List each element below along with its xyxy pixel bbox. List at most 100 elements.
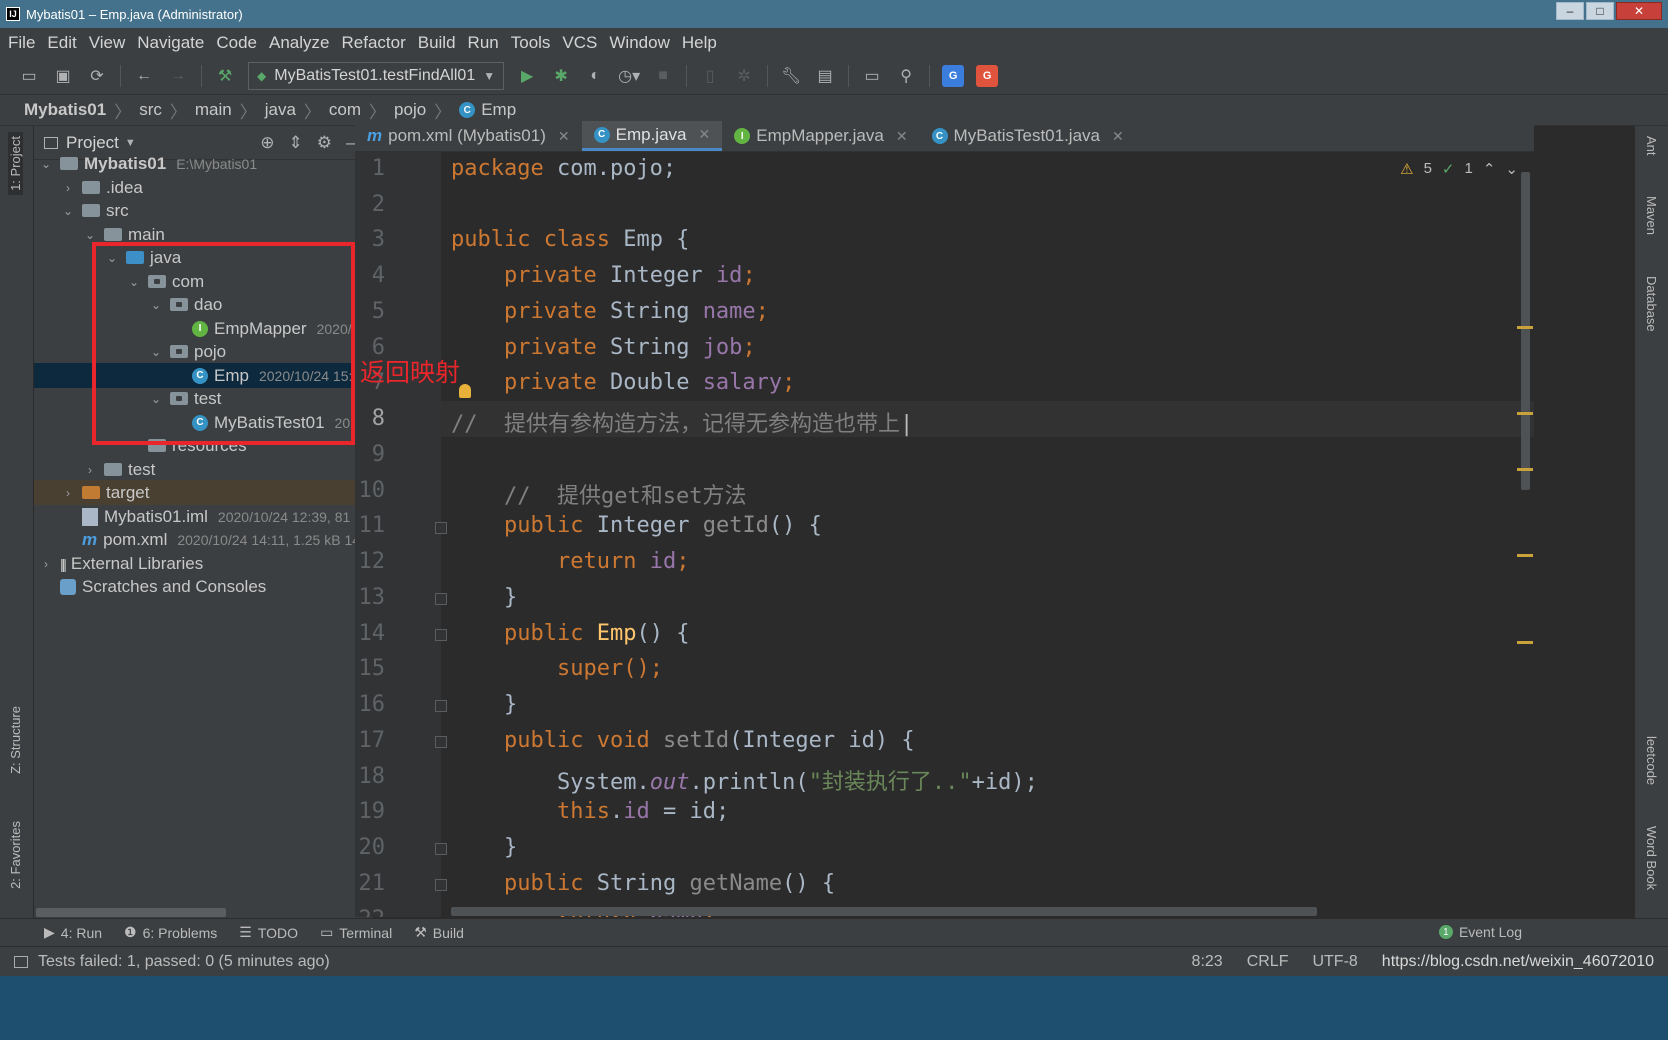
run-configuration-selector[interactable]: ◆ MyBatisTest01.testFindAll01 ▼	[248, 62, 505, 90]
breadcrumb-src[interactable]: src	[139, 100, 162, 120]
tab-empmapper-java[interactable]: I EmpMapper.java ✕	[722, 121, 919, 151]
warning-stripe-marker[interactable]	[1517, 326, 1533, 329]
fold-marker-icon[interactable]	[435, 629, 447, 641]
remote-icon[interactable]: ✲	[729, 62, 759, 90]
expand-arrow-icon[interactable]: ⌄	[38, 157, 54, 171]
coverage-icon[interactable]: ◐	[580, 62, 610, 90]
collapsed-arrow-icon[interactable]: ›	[38, 557, 54, 571]
close-tab-icon[interactable]: ✕	[1112, 128, 1124, 145]
tree-node-project-root[interactable]: ⌄ Mybatis01 E:\Mybatis01	[34, 151, 374, 176]
warning-stripe-marker[interactable]	[1517, 554, 1533, 557]
chevron-down-icon[interactable]: ▼	[125, 137, 136, 149]
fold-marker-icon[interactable]	[435, 843, 447, 855]
fold-marker-icon[interactable]	[435, 736, 447, 748]
gear-icon[interactable]: ⚙	[317, 133, 332, 153]
tree-node-iml[interactable]: Mybatis01.iml 2020/10/24 12:39, 81 B	[34, 504, 374, 529]
chevron-up-icon[interactable]: ⌃	[1483, 160, 1496, 178]
breadcrumb-java[interactable]: java	[265, 100, 296, 120]
editor-horizontal-scrollbar[interactable]	[451, 907, 1317, 916]
breadcrumb-project[interactable]: Mybatis01	[24, 100, 106, 120]
fold-marker-icon[interactable]	[435, 593, 447, 605]
save-icon[interactable]: ▣	[48, 62, 78, 90]
lightbulb-icon[interactable]	[459, 384, 471, 398]
close-tab-icon[interactable]: ✕	[699, 126, 711, 143]
tab-leetcode[interactable]: leetcode	[1644, 736, 1659, 785]
status-message[interactable]: Tests failed: 1, passed: 0 (5 minutes ag…	[38, 953, 330, 971]
translate-icon[interactable]: G	[938, 62, 968, 90]
fold-marker-icon[interactable]	[435, 522, 447, 534]
search-icon[interactable]: ⚲	[891, 62, 921, 90]
locate-icon[interactable]: ⊕	[260, 133, 274, 153]
translate-alt-icon[interactable]: G	[972, 62, 1002, 90]
tree-node-external-libraries[interactable]: › ||| External Libraries	[34, 551, 374, 576]
warning-stripe-marker[interactable]	[1517, 468, 1533, 471]
warning-stripe-marker[interactable]	[1517, 641, 1533, 644]
menu-view[interactable]: View	[89, 33, 126, 53]
settings-wrench-icon[interactable]: 🔧︎	[776, 62, 806, 90]
tool-build[interactable]: ⚒ Build	[414, 924, 464, 941]
menu-navigate[interactable]: Navigate	[137, 33, 204, 53]
debug-icon[interactable]: ✱	[546, 62, 576, 90]
tree-node-scratches[interactable]: Scratches and Consoles	[34, 574, 374, 599]
menu-vcs[interactable]: VCS	[562, 33, 597, 53]
inspection-widget[interactable]: ⚠ 5 ✓ 1 ⌃ ⌄	[1400, 160, 1518, 178]
menu-tools[interactable]: Tools	[511, 33, 551, 53]
menu-help[interactable]: Help	[682, 33, 717, 53]
collapsed-arrow-icon[interactable]: ›	[82, 463, 98, 477]
tab-project[interactable]: 1: Project	[8, 132, 23, 195]
menu-refactor[interactable]: Refactor	[341, 33, 405, 53]
terminal-icon[interactable]: ▭	[857, 62, 887, 90]
expand-arrow-icon[interactable]: ⌄	[82, 228, 98, 242]
back-icon[interactable]: ←	[129, 62, 159, 90]
breadcrumb-pojo[interactable]: pojo	[394, 100, 426, 120]
run-icon[interactable]: ▶	[512, 62, 542, 90]
open-folder-icon[interactable]: ▭	[14, 62, 44, 90]
collapsed-arrow-icon[interactable]: ›	[60, 181, 76, 195]
collapsed-arrow-icon[interactable]: ›	[60, 486, 76, 500]
file-encoding[interactable]: UTF-8	[1312, 953, 1357, 971]
close-tab-icon[interactable]: ✕	[558, 128, 570, 145]
profile-icon[interactable]: ◷▾	[614, 62, 644, 90]
warning-stripe-marker[interactable]	[1517, 412, 1533, 415]
breadcrumb-emp[interactable]: Emp	[481, 100, 516, 120]
project-horizontal-scrollbar[interactable]	[36, 908, 226, 917]
tool-terminal[interactable]: ▭ Terminal	[320, 924, 392, 941]
breadcrumb-main[interactable]: main	[195, 100, 232, 120]
tab-database[interactable]: Database	[1644, 276, 1659, 332]
build-hammer-icon[interactable]: ⚒	[210, 62, 240, 90]
forward-icon[interactable]: →	[163, 62, 193, 90]
caret-position[interactable]: 8:23	[1192, 953, 1223, 971]
tool-run[interactable]: ▶ 4: Run	[44, 924, 102, 941]
expand-arrow-icon[interactable]: ⌄	[60, 204, 76, 218]
maximize-button[interactable]: □	[1586, 2, 1614, 20]
tree-node-pom[interactable]: m pom.xml 2020/10/24 14:11, 1.25 kB 14	[34, 527, 374, 552]
menu-code[interactable]: Code	[216, 33, 257, 53]
tab-pom-xml[interactable]: m pom.xml (Mybatis01) ✕	[355, 121, 582, 151]
stop-icon[interactable]: ■	[648, 62, 678, 90]
fold-marker-icon[interactable]	[435, 879, 447, 891]
event-log-button[interactable]: 1 Event Log	[1438, 924, 1522, 940]
menu-analyze[interactable]: Analyze	[269, 33, 329, 53]
tab-emp-java[interactable]: C Emp.java ✕	[581, 121, 723, 151]
breadcrumb-com[interactable]: com	[329, 100, 361, 120]
tree-node-idea[interactable]: › .idea	[34, 175, 374, 200]
tab-structure[interactable]: Z: Structure	[8, 706, 23, 774]
project-panel-title[interactable]: Project	[66, 133, 119, 153]
tool-problems[interactable]: ❶ 6: Problems	[124, 924, 217, 941]
project-structure-icon[interactable]: ▤	[810, 62, 840, 90]
line-separator[interactable]: CRLF	[1247, 953, 1289, 971]
tab-word-book[interactable]: Word Book	[1644, 826, 1659, 890]
chevron-down-icon[interactable]: ⌄	[1505, 160, 1518, 178]
tree-node-target[interactable]: › target	[34, 480, 374, 505]
code-editor[interactable]: 1 2 3 4 5 6 7 8 9 10 11 12 13 14 15 16 1…	[355, 152, 1534, 917]
attach-icon[interactable]: ▯	[695, 62, 725, 90]
tab-maven[interactable]: Maven	[1644, 196, 1659, 235]
fold-marker-icon[interactable]	[435, 700, 447, 712]
menu-build[interactable]: Build	[418, 33, 456, 53]
close-button[interactable]: ✕	[1616, 2, 1662, 20]
menu-window[interactable]: Window	[609, 33, 669, 53]
close-tab-icon[interactable]: ✕	[896, 128, 908, 145]
tab-ant[interactable]: Ant	[1644, 136, 1659, 156]
editor-vertical-scrollbar[interactable]	[1521, 172, 1530, 490]
collapse-all-icon[interactable]: ⇕	[289, 133, 303, 153]
